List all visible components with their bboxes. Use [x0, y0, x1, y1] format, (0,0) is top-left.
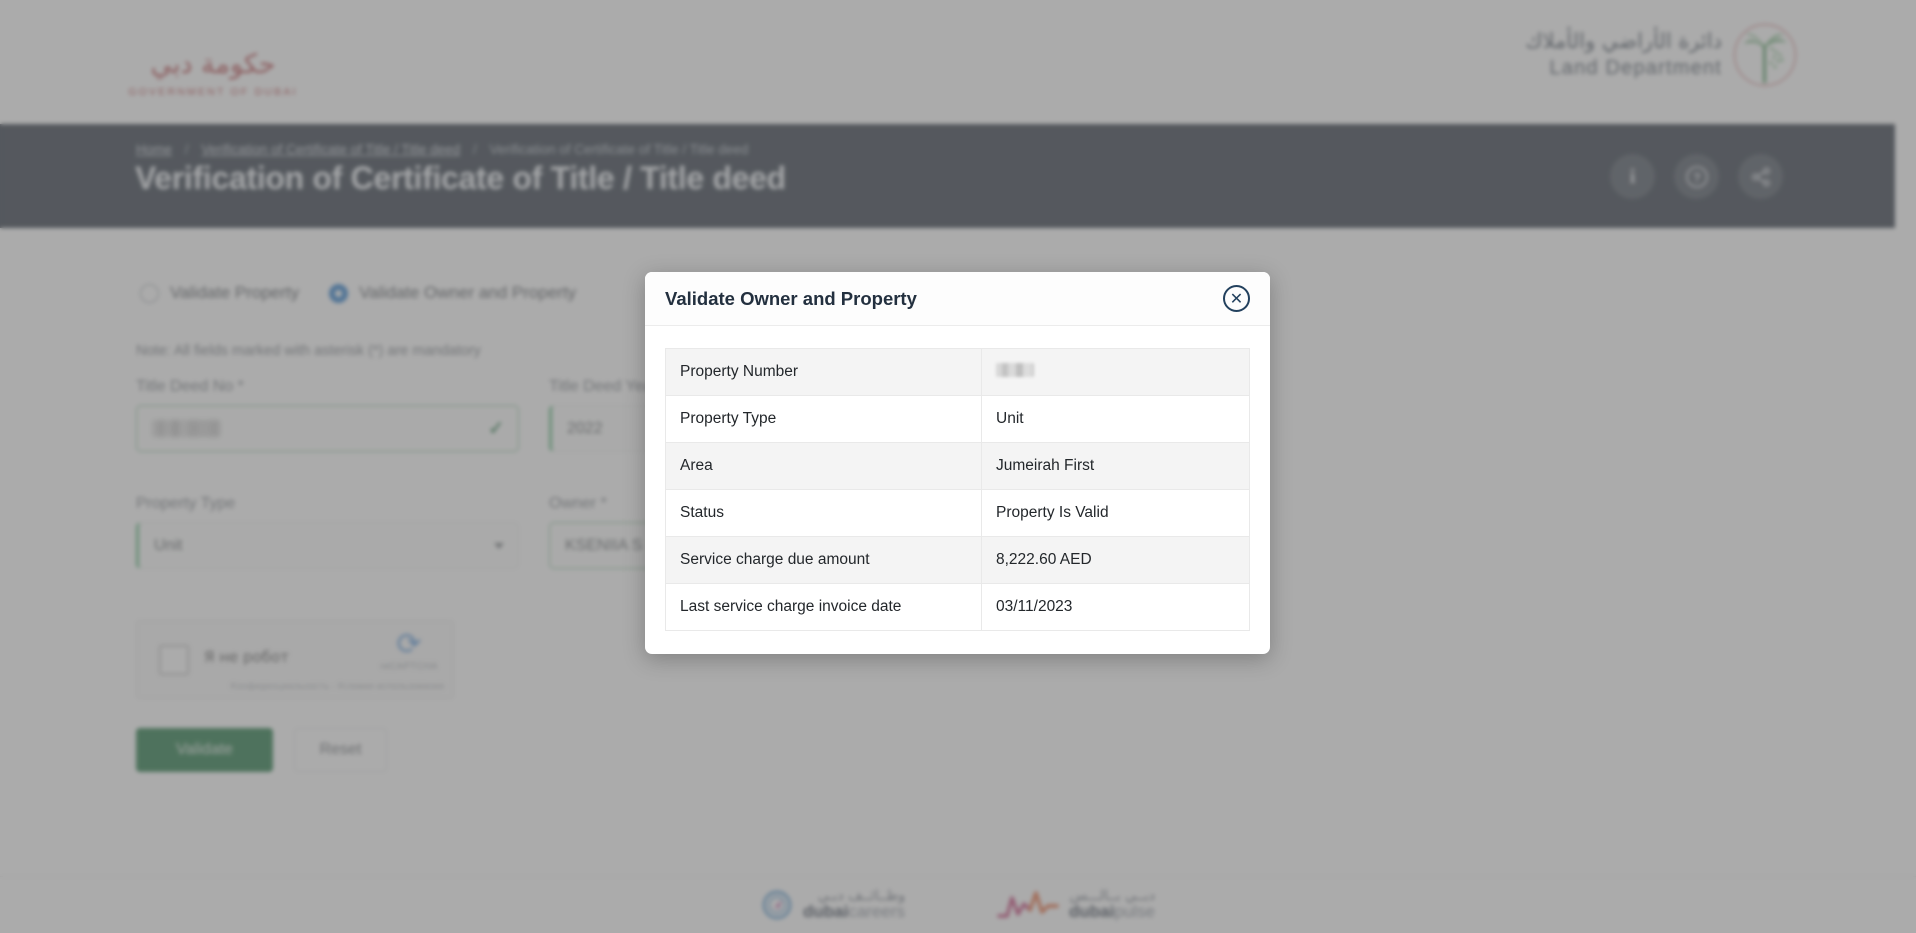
table-cell-value: 8,222.60 AED — [981, 536, 1250, 584]
property-details-table: Property Number Property Type Unit Area Jume… — [665, 348, 1250, 631]
table-row: Service charge due amount 8,222.60 AED — [665, 536, 1250, 584]
table-row: Property Type Unit — [665, 395, 1250, 443]
close-icon[interactable]: ✕ — [1223, 285, 1250, 312]
table-cell-key: Service charge due amount — [665, 536, 982, 584]
modal-title: Validate Owner and Property — [665, 287, 917, 309]
modal-body: Property Number Property Type Unit Area Jume… — [645, 326, 1270, 651]
table-cell-value: Jumeirah First — [981, 442, 1250, 490]
table-cell-key: Property Number — [665, 348, 982, 396]
table-cell-value: Property Is Valid — [981, 489, 1250, 537]
table-cell-value: Unit — [981, 395, 1250, 443]
redacted-value — [996, 362, 1034, 377]
table-row: Area Jumeirah First — [665, 442, 1250, 490]
table-row: Property Number — [665, 348, 1250, 396]
table-cell-key: Area — [665, 442, 982, 490]
table-cell-value — [981, 348, 1250, 396]
table-cell-key: Status — [665, 489, 982, 537]
table-row: Last service charge invoice date 03/11/20… — [665, 583, 1250, 631]
table-cell-key: Last service charge invoice date — [665, 583, 982, 631]
table-row: Status Property Is Valid — [665, 489, 1250, 537]
table-cell-key: Property Type — [665, 395, 982, 443]
validate-owner-and-property-modal: Validate Owner and Property ✕ Property N… — [645, 272, 1270, 654]
table-cell-value: 03/11/2023 — [981, 583, 1250, 631]
modal-header: Validate Owner and Property ✕ — [645, 272, 1270, 326]
